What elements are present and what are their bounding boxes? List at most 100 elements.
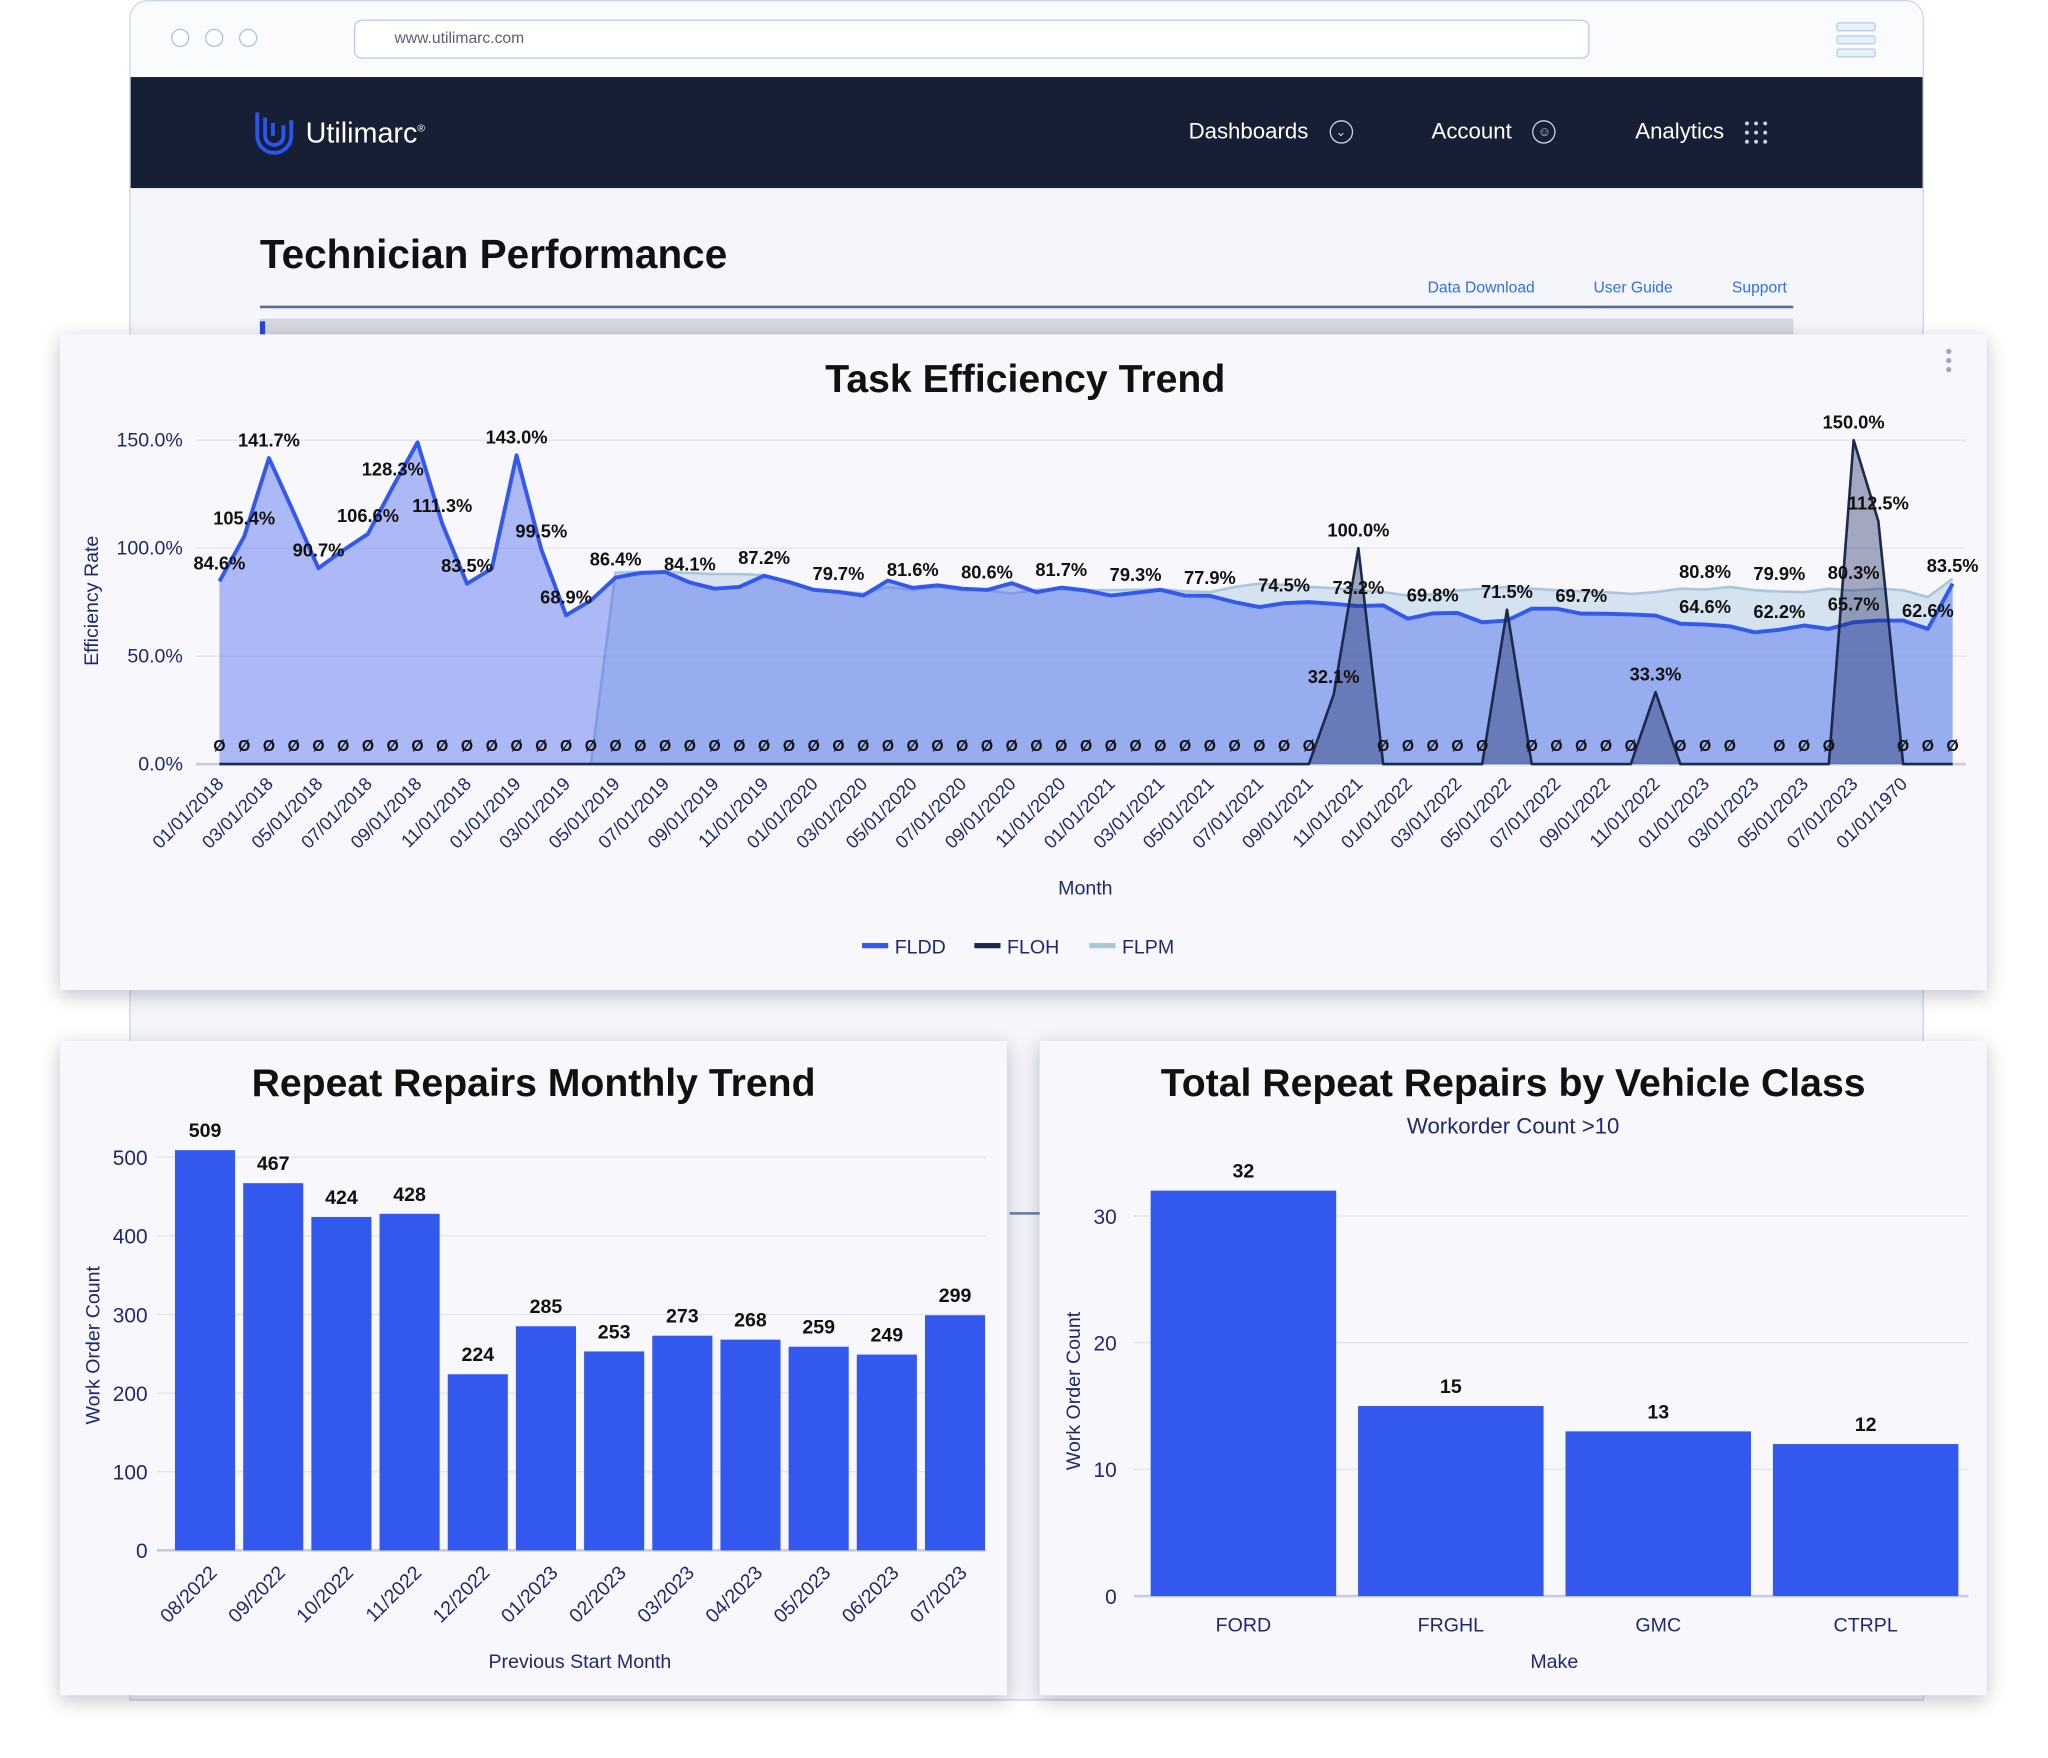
- data-label: 81.7%: [1035, 559, 1087, 580]
- data-label: 100.0%: [1327, 519, 1389, 540]
- data-label-zero: Ø: [1402, 738, 1414, 755]
- y-tick-label: 0.0%: [138, 754, 183, 776]
- x-tick-label: 03/2023: [633, 1562, 699, 1628]
- data-label: 65.7%: [1828, 593, 1880, 614]
- top-nav: Utilimarc® Dashboards ⌄ Account ☺ Analyt…: [130, 77, 1923, 189]
- x-tick-label: 12/2022: [429, 1562, 495, 1628]
- bar[interactable]: [584, 1351, 645, 1551]
- data-label-zero: Ø: [758, 738, 770, 755]
- bar-value-label: 224: [461, 1344, 494, 1366]
- nav-analytics-label: Analytics: [1635, 118, 1725, 144]
- bar[interactable]: [1772, 1444, 1959, 1597]
- x-tick-label: 08/2022: [156, 1562, 222, 1628]
- bar[interactable]: [311, 1216, 372, 1551]
- data-label-zero: Ø: [808, 738, 820, 755]
- x-tick-label: 09/2022: [224, 1562, 290, 1628]
- y-tick-label: 0: [1105, 1586, 1117, 1609]
- data-label-zero: Ø: [1947, 738, 1959, 755]
- data-label: 69.7%: [1555, 585, 1607, 606]
- data-label-zero: Ø: [1526, 738, 1538, 755]
- data-label-zero: Ø: [436, 738, 448, 755]
- data-label-zero: Ø: [634, 738, 646, 755]
- browser-menu-icon[interactable]: [1836, 22, 1876, 61]
- window-minimize-button[interactable]: [205, 28, 224, 48]
- user-guide-link[interactable]: User Guide: [1593, 278, 1672, 296]
- data-label-zero: Ø: [312, 738, 324, 755]
- x-tick-label: 11/2022: [362, 1562, 427, 1627]
- bar[interactable]: [856, 1354, 917, 1551]
- bar[interactable]: [447, 1374, 508, 1551]
- data-label-zero: Ø: [1204, 738, 1216, 755]
- y-tick-label: 100.0%: [116, 538, 182, 560]
- address-bar[interactable]: www.utilimarc.com: [353, 19, 1590, 59]
- bar[interactable]: [788, 1346, 849, 1551]
- data-label-zero: Ø: [1154, 738, 1166, 755]
- nav-analytics[interactable]: Analytics: [1635, 118, 1768, 145]
- brand-name: Utilimarc®: [306, 116, 425, 150]
- utilimarc-logo-icon: [255, 112, 294, 155]
- bar[interactable]: [1358, 1406, 1544, 1597]
- bar-value-label: 285: [530, 1296, 563, 1318]
- bar[interactable]: [515, 1326, 576, 1551]
- data-label-zero: Ø: [263, 738, 275, 755]
- legend-item-flpm[interactable]: FLPM: [1089, 936, 1174, 958]
- x-tick-label: 05/2023: [770, 1562, 836, 1628]
- data-label: 83.5%: [441, 555, 493, 576]
- data-label-zero: Ø: [1897, 738, 1909, 755]
- data-label-zero: Ø: [1798, 738, 1810, 755]
- legend-item-floh[interactable]: FLOH: [974, 936, 1059, 958]
- bar[interactable]: [1150, 1190, 1337, 1597]
- data-label: 79.7%: [813, 563, 865, 584]
- legend-label: FLDD: [895, 936, 946, 958]
- data-label-zero: Ø: [1476, 738, 1488, 755]
- window-maximize-button[interactable]: [239, 28, 258, 48]
- data-label-zero: Ø: [585, 738, 597, 755]
- support-link[interactable]: Support: [1732, 278, 1787, 296]
- window-close-button[interactable]: [171, 28, 190, 48]
- data-label: 111.3%: [412, 495, 472, 516]
- data-label: 112.5%: [1848, 492, 1909, 513]
- y-tick-label: 500: [113, 1147, 148, 1170]
- page-title: Technician Performance: [259, 231, 728, 277]
- legend-label: FLOH: [1007, 936, 1059, 958]
- data-label-zero: Ø: [1377, 738, 1389, 755]
- nav-account[interactable]: Account ☺: [1432, 119, 1557, 145]
- data-label-zero: Ø: [832, 738, 844, 755]
- brand-logo[interactable]: Utilimarc®: [253, 110, 425, 157]
- bar[interactable]: [924, 1315, 986, 1551]
- nav-account-label: Account: [1431, 118, 1512, 144]
- divider: [1009, 1212, 1043, 1215]
- bar[interactable]: [1565, 1431, 1751, 1597]
- x-axis-title: Previous Start Month: [489, 1651, 672, 1673]
- bar[interactable]: [652, 1335, 713, 1551]
- bar[interactable]: [720, 1339, 781, 1551]
- data-label-zero: Ø: [1427, 738, 1439, 755]
- y-axis-title: Work Order Count: [82, 1266, 104, 1425]
- data-label-zero: Ø: [733, 738, 745, 755]
- x-tick-label: CTRPL: [1834, 1614, 1898, 1636]
- bar-value-label: 467: [257, 1153, 290, 1175]
- data-label: 80.6%: [961, 561, 1013, 582]
- y-tick-label: 200: [113, 1383, 148, 1406]
- data-label: 79.3%: [1110, 564, 1162, 585]
- bar[interactable]: [243, 1183, 304, 1551]
- data-label-zero: Ø: [1055, 738, 1067, 755]
- legend-item-fldd[interactable]: FLDD: [862, 936, 946, 958]
- x-tick-label: 06/2023: [838, 1562, 904, 1628]
- bar-value-label: 273: [666, 1306, 699, 1328]
- bar[interactable]: [175, 1150, 236, 1551]
- y-tick-label: 0: [136, 1540, 148, 1563]
- data-label-zero: Ø: [1278, 738, 1290, 755]
- data-label-zero: Ø: [882, 738, 894, 755]
- data-download-link[interactable]: Data Download: [1428, 278, 1535, 296]
- data-label-zero: Ø: [1303, 738, 1315, 755]
- nav-dashboards[interactable]: Dashboards ⌄: [1189, 119, 1353, 145]
- bar[interactable]: [379, 1213, 440, 1551]
- x-axis-title: Make: [1530, 1651, 1578, 1673]
- bar-value-label: 509: [189, 1120, 222, 1142]
- data-label-zero: Ø: [461, 738, 473, 755]
- data-label-zero: Ø: [1823, 738, 1835, 755]
- data-label-zero: Ø: [1006, 738, 1018, 755]
- data-label-zero: Ø: [1129, 738, 1141, 755]
- brand-text: Utilimarc: [305, 116, 418, 149]
